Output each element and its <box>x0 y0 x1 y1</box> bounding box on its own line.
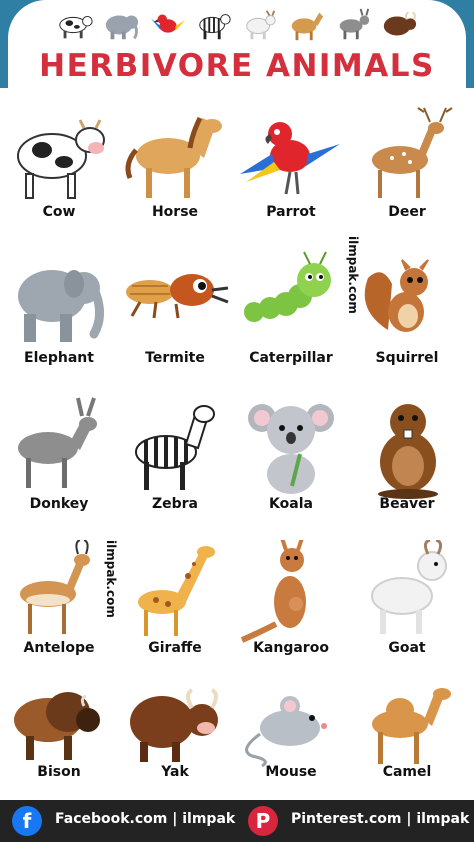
elephant-icon <box>106 15 139 40</box>
animal-label: Antelope <box>23 640 95 656</box>
animal-card-goat: Goat <box>348 540 466 658</box>
animal-label: Deer <box>388 204 426 220</box>
header-animal-strip <box>56 6 418 44</box>
animal-label: Goat <box>388 640 426 656</box>
giraffe-icon <box>138 546 215 636</box>
animal-card-kangaroo: Kangaroo <box>232 540 350 658</box>
page-title: HERBIVORE ANIMALS <box>39 48 435 84</box>
animal-card-bison: Bison <box>0 676 118 794</box>
animal-label: Horse <box>151 204 199 220</box>
animal-label: Mouse <box>265 764 317 780</box>
squirrel-icon <box>364 259 429 332</box>
animal-label: Kangaroo <box>253 640 329 656</box>
animal-card-giraffe: Giraffe <box>116 540 234 658</box>
facebook-icon[interactable]: f <box>12 806 42 836</box>
animal-card-horse: Horse <box>116 104 234 222</box>
animal-card-camel: Camel <box>348 676 466 794</box>
animal-label: Bison <box>37 764 81 780</box>
koala-icon <box>248 404 334 494</box>
cow-icon <box>59 15 93 39</box>
horse-icon <box>292 12 324 41</box>
animal-label: Zebra <box>151 496 199 512</box>
zebra-icon <box>135 405 215 490</box>
cow-icon <box>17 119 105 199</box>
animal-card-yak: Yak <box>116 676 234 794</box>
pinterest-icon[interactable]: P <box>248 806 278 836</box>
animal-card-zebra: Zebra <box>116 396 234 514</box>
zebra-icon <box>199 14 231 40</box>
animal-card-antelope: Antelope <box>0 540 118 658</box>
donkey-icon <box>18 397 97 488</box>
animal-label: Giraffe <box>148 640 202 656</box>
termite-icon <box>126 274 229 319</box>
animal-card-donkey: Donkey <box>0 396 118 514</box>
animal-label: Elephant <box>24 350 94 366</box>
watermark: ilmpak.com <box>346 236 360 314</box>
yak-icon <box>383 11 417 36</box>
animal-label: Beaver <box>379 496 435 512</box>
elephant-icon <box>18 270 104 342</box>
antelope-icon <box>20 540 90 634</box>
animal-label: Koala <box>269 496 313 512</box>
animal-card-deer: Deer <box>348 104 466 222</box>
animal-label: Caterpillar <box>249 350 333 366</box>
parrot-icon <box>240 122 340 195</box>
animal-card-squirrel: Squirrel <box>348 250 466 368</box>
animal-card-caterpillar: Caterpillar <box>232 250 350 368</box>
donkey-icon <box>339 8 369 40</box>
facebook-link[interactable]: Facebook.com | ilmpak <box>55 811 235 827</box>
beaver-icon <box>378 404 438 499</box>
animal-label: Squirrel <box>375 350 439 366</box>
animal-card-beaver: Beaver <box>348 396 466 514</box>
caterpillar-icon <box>244 251 331 322</box>
goat-icon <box>246 10 276 40</box>
parrot-icon <box>150 14 185 33</box>
animal-card-parrot: Parrot <box>232 104 350 222</box>
animal-label: Cow <box>42 204 76 220</box>
animal-card-cow: Cow <box>0 104 118 222</box>
animal-card-koala: Koala <box>232 396 350 514</box>
deer-icon <box>372 107 453 198</box>
watermark: ilmpak.com <box>104 540 118 618</box>
animal-label: Termite <box>145 350 205 366</box>
footer-bar: f Facebook.com | ilmpak P Pinterest.com … <box>0 800 474 842</box>
animal-card-elephant: Elephant <box>0 250 118 368</box>
pinterest-link[interactable]: Pinterest.com | ilmpak <box>291 811 469 827</box>
kangaroo-icon <box>240 540 306 643</box>
horse-icon <box>125 116 222 198</box>
animal-label: Donkey <box>29 496 89 512</box>
goat-icon <box>371 540 447 634</box>
animal-label: Camel <box>382 764 432 780</box>
animal-card-termite: Termite <box>116 250 234 368</box>
animal-label: Yak <box>161 764 189 780</box>
animal-card-mouse: Mouse <box>232 676 350 794</box>
animal-label: Parrot <box>266 204 316 220</box>
